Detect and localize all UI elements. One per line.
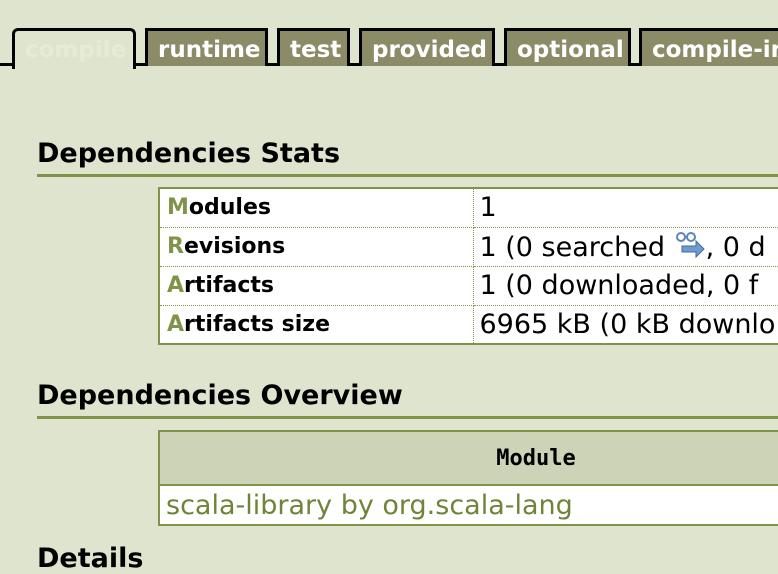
stats-key: Artifacts	[158, 265, 474, 306]
tab-compile[interactable]: compile	[12, 28, 136, 69]
tab-compile-in[interactable]: compile-in	[639, 28, 778, 66]
stats-value: 1	[472, 187, 778, 228]
tab-runtime[interactable]: runtime	[145, 28, 268, 66]
module-link[interactable]: scala-library by org.scala-lang	[159, 485, 778, 525]
stats-row-artifacts-size: Artifacts size 6965 kB (0 kB downlo	[158, 304, 778, 345]
stats-row-artifacts: Artifacts 1 (0 downloaded, 0 f	[158, 265, 778, 306]
tab-provided[interactable]: provided	[359, 28, 495, 66]
stats-heading-rule	[37, 174, 778, 177]
stats-key: Artifacts size	[158, 304, 474, 345]
tab-bar: compile runtime test provided optional c…	[0, 0, 778, 69]
stats-value: 1 (0 downloaded, 0 f	[472, 265, 778, 306]
tab-optional[interactable]: optional	[504, 28, 631, 66]
stats-row-revisions: Revisions 1 (0 searched , 0 d	[158, 226, 778, 267]
stats-heading: Dependencies Stats	[37, 138, 341, 169]
stats-value: 1 (0 searched , 0 d	[472, 226, 778, 267]
overview-header-row: Module	[159, 431, 778, 486]
table-row: scala-library by org.scala-lang	[159, 485, 778, 525]
stats-table: Modules 1 Revisions 1 (0 searched , 0 d …	[158, 187, 778, 345]
stats-value: 6965 kB (0 kB downlo	[472, 304, 778, 345]
overview-table: Module scala-library by org.scala-lang	[158, 430, 778, 526]
stats-key: Modules	[158, 187, 474, 228]
searched-icon	[674, 230, 706, 259]
tab-test[interactable]: test	[277, 28, 350, 66]
details-heading: Details	[37, 543, 144, 574]
column-header-module[interactable]: Module	[159, 431, 778, 486]
stats-key: Revisions	[158, 226, 474, 267]
stats-row-modules: Modules 1	[158, 187, 778, 228]
overview-heading: Dependencies Overview	[37, 380, 403, 411]
overview-heading-rule	[37, 416, 778, 419]
